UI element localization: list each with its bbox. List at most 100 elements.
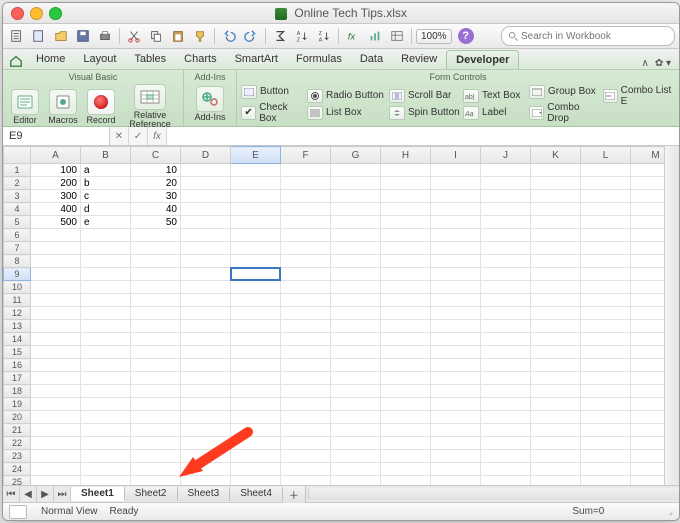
- cell-J6[interactable]: [481, 229, 531, 242]
- cell-M15[interactable]: [631, 346, 665, 359]
- cell-E3[interactable]: [231, 190, 281, 203]
- cell-A8[interactable]: [31, 255, 81, 268]
- cell-D19[interactable]: [181, 398, 231, 411]
- cell-B1[interactable]: a: [81, 164, 131, 177]
- row-header-1[interactable]: 1: [4, 164, 31, 177]
- row-header-7[interactable]: 7: [4, 242, 31, 255]
- cell-M12[interactable]: [631, 307, 665, 320]
- cell-F25[interactable]: [281, 476, 331, 486]
- ribbon-collapse-chevron-icon[interactable]: ∧: [641, 58, 648, 69]
- column-header-J[interactable]: J: [481, 147, 531, 164]
- cell-D9[interactable]: [181, 268, 231, 281]
- cell-G2[interactable]: [331, 177, 381, 190]
- cell-D3[interactable]: [181, 190, 231, 203]
- cell-C12[interactable]: [131, 307, 181, 320]
- row-header-18[interactable]: 18: [4, 385, 31, 398]
- add-sheet-button[interactable]: ＋: [283, 486, 306, 503]
- cell-K7[interactable]: [531, 242, 581, 255]
- cell-I1[interactable]: [431, 164, 481, 177]
- cell-F23[interactable]: [281, 450, 331, 463]
- cell-G8[interactable]: [331, 255, 381, 268]
- cell-I16[interactable]: [431, 359, 481, 372]
- cell-F8[interactable]: [281, 255, 331, 268]
- cell-E19[interactable]: [231, 398, 281, 411]
- row-header-21[interactable]: 21: [4, 424, 31, 437]
- cell-G11[interactable]: [331, 294, 381, 307]
- cell-A12[interactable]: [31, 307, 81, 320]
- cell-G1[interactable]: [331, 164, 381, 177]
- cell-L19[interactable]: [581, 398, 631, 411]
- cell-I8[interactable]: [431, 255, 481, 268]
- cell-H16[interactable]: [381, 359, 431, 372]
- cell-B17[interactable]: [81, 372, 131, 385]
- column-header-M[interactable]: M: [631, 147, 665, 164]
- cell-J14[interactable]: [481, 333, 531, 346]
- cell-J19[interactable]: [481, 398, 531, 411]
- cell-B18[interactable]: [81, 385, 131, 398]
- cell-I18[interactable]: [431, 385, 481, 398]
- cell-A16[interactable]: [31, 359, 81, 372]
- cell-K21[interactable]: [531, 424, 581, 437]
- row-header-4[interactable]: 4: [4, 203, 31, 216]
- row-header-20[interactable]: 20: [4, 411, 31, 424]
- cell-A17[interactable]: [31, 372, 81, 385]
- cell-L21[interactable]: [581, 424, 631, 437]
- cell-M8[interactable]: [631, 255, 665, 268]
- ribbon-tab-charts[interactable]: Charts: [175, 50, 225, 69]
- cell-C6[interactable]: [131, 229, 181, 242]
- cell-I20[interactable]: [431, 411, 481, 424]
- cell-J4[interactable]: [481, 203, 531, 216]
- cell-A23[interactable]: [31, 450, 81, 463]
- cell-J24[interactable]: [481, 463, 531, 476]
- column-header-E[interactable]: E: [231, 147, 281, 164]
- sheet-nav-next-button[interactable]: ▶: [37, 486, 54, 502]
- cell-E17[interactable]: [231, 372, 281, 385]
- cell-D23[interactable]: [181, 450, 231, 463]
- cell-F5[interactable]: [281, 216, 331, 229]
- row-header-2[interactable]: 2: [4, 177, 31, 190]
- cell-K9[interactable]: [531, 268, 581, 281]
- cell-I4[interactable]: [431, 203, 481, 216]
- cell-F3[interactable]: [281, 190, 331, 203]
- open-button[interactable]: [51, 27, 71, 45]
- cell-L9[interactable]: [581, 268, 631, 281]
- cell-L1[interactable]: [581, 164, 631, 177]
- cell-A21[interactable]: [31, 424, 81, 437]
- cell-C23[interactable]: [131, 450, 181, 463]
- cell-J1[interactable]: [481, 164, 531, 177]
- cell-F13[interactable]: [281, 320, 331, 333]
- ribbon-tab-layout[interactable]: Layout: [74, 50, 125, 69]
- cell-M9[interactable]: [631, 268, 665, 281]
- cell-M16[interactable]: [631, 359, 665, 372]
- cell-E6[interactable]: [231, 229, 281, 242]
- cell-J15[interactable]: [481, 346, 531, 359]
- cell-J5[interactable]: [481, 216, 531, 229]
- cell-C11[interactable]: [131, 294, 181, 307]
- cell-G22[interactable]: [331, 437, 381, 450]
- cell-A4[interactable]: 400: [31, 203, 81, 216]
- vertical-scrollbar[interactable]: [664, 146, 679, 485]
- cell-K18[interactable]: [531, 385, 581, 398]
- cell-B25[interactable]: [81, 476, 131, 486]
- cell-D7[interactable]: [181, 242, 231, 255]
- cell-L18[interactable]: [581, 385, 631, 398]
- cell-E11[interactable]: [231, 294, 281, 307]
- cell-D24[interactable]: [181, 463, 231, 476]
- cell-J13[interactable]: [481, 320, 531, 333]
- addins-button[interactable]: Add-Ins: [188, 86, 232, 122]
- cell-G24[interactable]: [331, 463, 381, 476]
- cell-M10[interactable]: [631, 281, 665, 294]
- column-header-B[interactable]: B: [81, 147, 131, 164]
- cell-C25[interactable]: [131, 476, 181, 486]
- record-macro-button[interactable]: Record: [83, 89, 119, 125]
- cell-F20[interactable]: [281, 411, 331, 424]
- cell-M2[interactable]: [631, 177, 665, 190]
- cell-F4[interactable]: [281, 203, 331, 216]
- cell-M1[interactable]: [631, 164, 665, 177]
- column-header-H[interactable]: H: [381, 147, 431, 164]
- cell-J2[interactable]: [481, 177, 531, 190]
- cell-I2[interactable]: [431, 177, 481, 190]
- cell-K8[interactable]: [531, 255, 581, 268]
- save-button[interactable]: [73, 27, 93, 45]
- cell-B22[interactable]: [81, 437, 131, 450]
